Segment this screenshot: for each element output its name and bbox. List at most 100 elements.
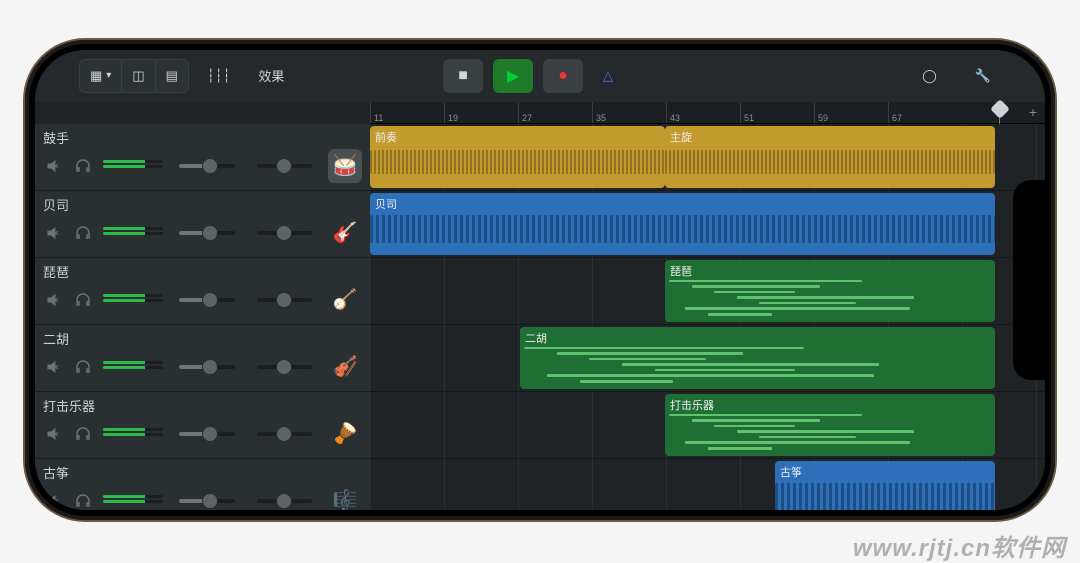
timeline-lane[interactable]: 古筝 (370, 459, 1045, 510)
track-header[interactable]: 贝司 🎸 (35, 191, 370, 258)
mute-button[interactable] (43, 357, 63, 377)
browser-icon: ◫ (132, 68, 144, 84)
instrument-icon[interactable]: 🎼 (328, 484, 362, 510)
pan-slider[interactable] (257, 432, 313, 436)
pan-slider[interactable] (257, 231, 313, 235)
region[interactable]: 琵琶 (665, 260, 995, 322)
slider-knob[interactable] (202, 426, 218, 442)
metronome-icon: △ (603, 68, 613, 84)
track-header[interactable]: 古筝 🎼 (35, 459, 370, 510)
track-header[interactable]: 琵琶 🪕 (35, 258, 370, 325)
play-button[interactable]: ▶ (493, 59, 533, 93)
track-header[interactable]: 打击乐器 🪘 (35, 392, 370, 459)
region[interactable]: 贝司 (370, 193, 995, 255)
ruler-tick: 35 (592, 102, 606, 123)
loop-button[interactable]: ◯ (912, 59, 947, 93)
timeline-lane[interactable]: 二胡 (370, 325, 1045, 392)
instrument-icon[interactable]: 🎻 (328, 350, 362, 384)
fx-sliders-button[interactable]: ┆┆┆ (197, 59, 240, 93)
slider-knob[interactable] (202, 359, 218, 375)
instrument-icon[interactable]: 🪕 (328, 283, 362, 317)
instrument-icon[interactable]: 🪘 (328, 417, 362, 451)
fx-label-button[interactable]: 效果 (248, 59, 294, 93)
stop-button[interactable]: ■ (443, 59, 483, 93)
region[interactable]: 二胡 (520, 327, 995, 389)
region-label: 打击乐器 (670, 397, 990, 413)
mute-button[interactable] (43, 491, 63, 510)
headphones-icon (74, 358, 92, 376)
volume-slider[interactable] (179, 432, 235, 436)
headphones-button[interactable] (73, 156, 93, 176)
mute-button[interactable] (43, 290, 63, 310)
region-label: 琵琶 (670, 263, 990, 279)
ruler-tick: 43 (666, 102, 680, 123)
timeline-lane[interactable]: 琵琶 (370, 258, 1045, 325)
slider-knob[interactable] (276, 225, 292, 241)
slider-knob[interactable] (276, 493, 292, 509)
region[interactable]: 古筝 (775, 461, 995, 510)
slider-knob[interactable] (202, 158, 218, 174)
add-section-button[interactable]: + (1029, 102, 1037, 123)
timeline[interactable]: 前奏主旋贝司琵琶二胡打击乐器古筝 (370, 124, 1045, 510)
pan-slider[interactable] (257, 298, 313, 302)
track-name: 鼓手 (43, 128, 362, 147)
ruler-tick: 27 (518, 102, 532, 123)
volume-slider[interactable] (179, 231, 235, 235)
volume-slider[interactable] (179, 298, 235, 302)
track-header[interactable]: 二胡 🎻 (35, 325, 370, 392)
speaker-muted-icon (45, 359, 61, 375)
slider-knob[interactable] (202, 225, 218, 241)
view-dropdown-button[interactable]: ▦ ▾ (79, 59, 121, 93)
settings-button[interactable]: 🔧 (965, 59, 1001, 93)
instrument-icon[interactable]: 🎸 (328, 216, 362, 250)
browser-button[interactable]: ◫ (121, 59, 154, 93)
region-content (370, 211, 995, 251)
headphones-button[interactable] (73, 290, 93, 310)
slider-knob[interactable] (276, 292, 292, 308)
level-meter (103, 294, 163, 306)
mute-button[interactable] (43, 223, 63, 243)
phone-frame: ▦ ▾ ◫ ▤ ┆┆┆ 效果 ■ ▶ (25, 40, 1055, 520)
record-button[interactable]: ● (543, 59, 583, 93)
level-meter (103, 495, 163, 507)
region-label: 二胡 (525, 330, 990, 346)
timeline-lane[interactable]: 贝司 (370, 191, 1045, 258)
timeline-lane[interactable]: 前奏主旋 (370, 124, 1045, 191)
toolbar-right: ◯ 🔧 (912, 59, 1001, 93)
headphones-button[interactable] (73, 424, 93, 444)
slider-knob[interactable] (276, 426, 292, 442)
instrument-icon[interactable]: 🥁 (328, 149, 362, 183)
region[interactable]: 主旋 (665, 126, 995, 188)
timeline-lane[interactable]: 打击乐器 (370, 392, 1045, 459)
record-icon: ● (558, 67, 568, 85)
volume-slider[interactable] (179, 499, 235, 503)
headphones-button[interactable] (73, 491, 93, 510)
slider-knob[interactable] (202, 493, 218, 509)
region-content (665, 278, 995, 318)
level-meter (103, 428, 163, 440)
slider-knob[interactable] (202, 292, 218, 308)
track-header[interactable]: 鼓手 🥁 (35, 124, 370, 191)
headphones-button[interactable] (73, 357, 93, 377)
ruler-tick: 51 (740, 102, 754, 123)
metronome-button[interactable]: △ (593, 59, 623, 93)
mute-button[interactable] (43, 156, 63, 176)
region[interactable]: 前奏 (370, 126, 665, 188)
volume-slider[interactable] (179, 164, 235, 168)
headphones-icon (74, 492, 92, 510)
headphones-button[interactable] (73, 223, 93, 243)
pan-slider[interactable] (257, 164, 313, 168)
region-label: 古筝 (780, 464, 990, 480)
pan-slider[interactable] (257, 365, 313, 369)
play-icon: ▶ (507, 66, 519, 86)
slider-knob[interactable] (276, 158, 292, 174)
level-meter (103, 361, 163, 373)
volume-slider[interactable] (179, 365, 235, 369)
notepad-button[interactable]: ▤ (155, 59, 189, 93)
region[interactable]: 打击乐器 (665, 394, 995, 456)
timeline-ruler[interactable]: + 1119273543515967 (370, 102, 1045, 124)
region-label: 前奏 (375, 129, 660, 145)
mute-button[interactable] (43, 424, 63, 444)
slider-knob[interactable] (276, 359, 292, 375)
pan-slider[interactable] (257, 499, 313, 503)
